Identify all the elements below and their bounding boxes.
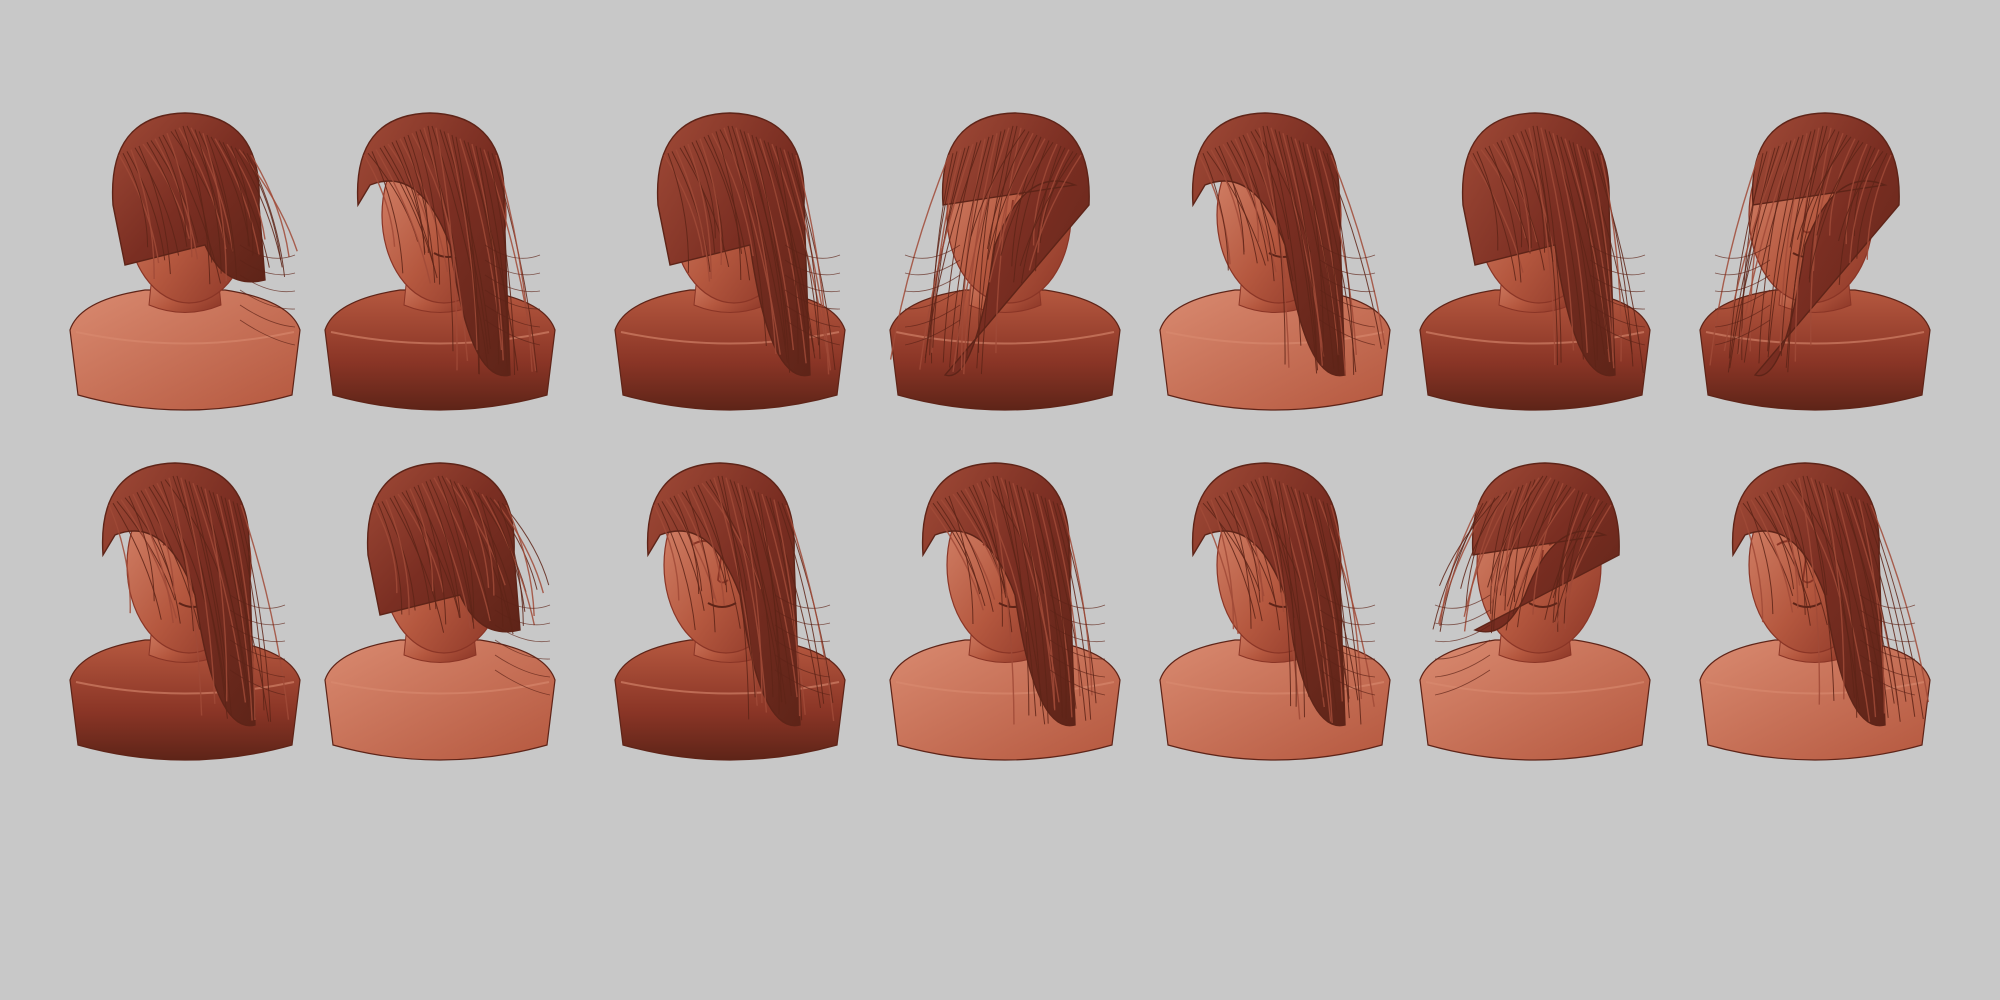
sculpt-view-b6	[1419, 462, 1651, 761]
row-top	[69, 112, 1931, 411]
sculpt-grid	[69, 112, 1931, 761]
sculpt-view-t4	[889, 112, 1121, 411]
sculpt-view-t1	[69, 112, 301, 411]
sculpt-view-b5	[1159, 462, 1391, 761]
sculpt-view-t3	[614, 112, 846, 411]
sculpt-view-b3	[614, 462, 846, 761]
render-viewport	[0, 0, 2000, 1000]
sculpt-view-t6	[1419, 112, 1651, 411]
sculpt-view-t7	[1699, 112, 1931, 411]
sculpt-view-t5	[1159, 112, 1391, 411]
sculpt-view-b4	[889, 462, 1121, 761]
sculpt-view-t2	[324, 112, 556, 411]
sculpt-view-b1	[69, 462, 301, 761]
sculpt-view-b7	[1699, 462, 1931, 761]
row-bottom	[69, 462, 1931, 761]
sculpt-view-b2	[324, 462, 556, 761]
